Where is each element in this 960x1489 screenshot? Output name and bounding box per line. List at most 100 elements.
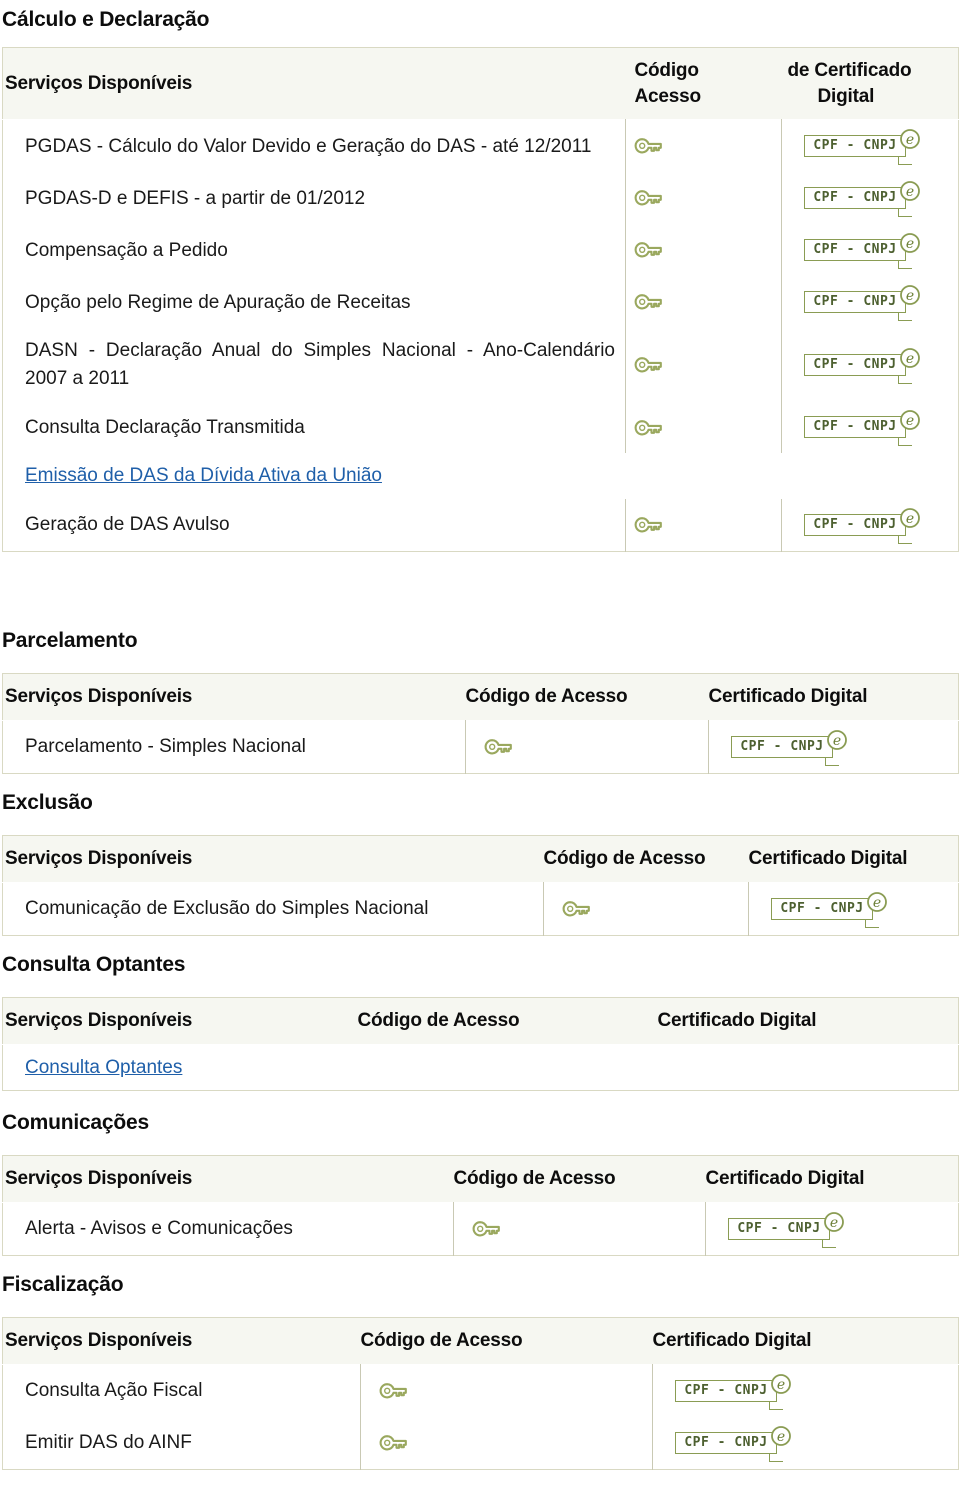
cpf-cnpj-certificate-icon[interactable]: CPF - CNPJ e xyxy=(728,1211,848,1248)
table-exclusao: Serviços Disponíveis Código de Acesso Ce… xyxy=(2,835,959,936)
cpf-cnpj-certificate-icon[interactable]: CPF - CNPJ e xyxy=(804,347,924,384)
table-row: Alerta - Avisos e Comunicações CPF - CNPJ… xyxy=(3,1202,959,1256)
certificate-label: CPF - CNPJ xyxy=(813,294,897,310)
certificate-tail xyxy=(898,534,912,544)
table-body: Comunicação de Exclusão do Simples Nacio… xyxy=(3,882,959,936)
cpf-cnpj-certificate-icon[interactable]: CPF - CNPJ e xyxy=(731,729,851,766)
key-icon[interactable] xyxy=(634,355,664,375)
e-circle-icon: e xyxy=(826,729,848,751)
key-icon[interactable] xyxy=(634,292,664,312)
service-link[interactable]: Consulta Optantes xyxy=(25,1057,182,1078)
col-header-servicos-label: Serviços Disponíveis xyxy=(5,72,193,94)
col-header-codigo-line1: Código xyxy=(634,60,699,81)
certificate-tail xyxy=(898,312,912,322)
cpf-cnpj-certificate-icon[interactable]: CPF - CNPJ e xyxy=(804,128,924,166)
col-header-codigo-acesso: Código Acesso xyxy=(625,47,782,120)
svg-text:e: e xyxy=(830,1215,838,1231)
key-icon[interactable] xyxy=(634,515,664,535)
codigo-acesso-cell xyxy=(625,498,782,552)
certificate-tail xyxy=(825,756,839,766)
cpf-cnpj-certificate-icon[interactable]: CPF - CNPJ e xyxy=(771,891,891,928)
table-parcelamento: Serviços Disponíveis Código de Acesso Ce… xyxy=(2,673,959,774)
col-header-certificado-digital: Certificado Digital xyxy=(652,1317,959,1365)
certificate-label: CPF - CNPJ xyxy=(813,356,897,372)
service-name-cell: Consulta Ação Fiscal xyxy=(3,1364,361,1417)
certificado-digital-cell: CPF - CNPJ e xyxy=(652,1416,959,1470)
codigo-acesso-cell xyxy=(625,276,782,329)
e-circle-icon: e xyxy=(770,1425,792,1447)
service-name-label: Alerta - Avisos e Comunicações xyxy=(25,1217,293,1239)
table-consulta-optantes: Serviços Disponíveis Código de Acesso Ce… xyxy=(2,997,959,1092)
table-body: Consulta Optantes xyxy=(3,1044,959,1091)
codigo-acesso-cell xyxy=(360,1416,653,1470)
svg-text:e: e xyxy=(906,288,914,304)
key-icon[interactable] xyxy=(562,899,592,919)
table-fiscalizacao: Serviços Disponíveis Código de Acesso Ce… xyxy=(2,1317,959,1470)
cpf-cnpj-certificate-icon[interactable]: CPF - CNPJ e xyxy=(804,508,924,544)
certificado-digital-cell: CPF - CNPJ e xyxy=(781,172,959,225)
col-header-servicos: Serviços Disponíveis xyxy=(2,47,626,120)
service-name-cell: DASN - Declaração Anual do Simples Nacio… xyxy=(3,328,626,401)
service-name-cell: Emitir DAS do AINF xyxy=(3,1417,361,1470)
service-name-label: DASN - Declaração Anual do Simples Nacio… xyxy=(25,340,615,389)
cpf-cnpj-certificate-icon[interactable]: CPF - CNPJ e xyxy=(804,233,924,270)
certificate-label: CPF - CNPJ xyxy=(813,419,897,435)
col-header-certificado-digital: Certificado Digital xyxy=(748,835,959,883)
key-icon[interactable] xyxy=(379,1433,409,1453)
cpf-cnpj-certificate-icon[interactable]: CPF - CNPJ e xyxy=(804,410,924,447)
codigo-acesso-cell xyxy=(453,1202,706,1256)
table-comunicacoes: Serviços Disponíveis Código de Acesso Ce… xyxy=(2,1155,959,1256)
key-icon[interactable] xyxy=(634,240,664,260)
key-icon[interactable] xyxy=(634,418,664,438)
certificate-label: CPF - CNPJ xyxy=(813,138,897,154)
section-title-calculo: Cálculo e Declaração xyxy=(2,8,210,31)
svg-text:e: e xyxy=(906,511,914,527)
col-header-servicos: Serviços Disponíveis xyxy=(2,997,358,1045)
section-title-comunicacoes: Comunicações xyxy=(2,1111,149,1134)
cpf-cnpj-certificate-icon[interactable]: CPF - CNPJ e xyxy=(675,1373,795,1410)
table-calculo-e-declaracao: Serviços Disponíveis Código Acesso de Ce… xyxy=(2,47,959,552)
key-icon[interactable] xyxy=(472,1219,502,1239)
certificado-digital-cell: CPF - CNPJ e xyxy=(781,119,959,173)
service-link[interactable]: Emissão de DAS da Dívida Ativa da União xyxy=(25,465,382,486)
service-name-cell: PGDAS - Cálculo do Valor Devido e Geraçã… xyxy=(3,120,626,173)
table-row: PGDAS - Cálculo do Valor Devido e Geraçã… xyxy=(3,119,959,173)
table-row: Emissão de DAS da Dívida Ativa da União xyxy=(3,453,959,499)
service-name-label: Consulta Declaração Transmitida xyxy=(25,416,305,438)
cpf-cnpj-certificate-icon[interactable]: CPF - CNPJ e xyxy=(675,1425,795,1462)
e-circle-icon: e xyxy=(899,347,921,369)
certificate-tail xyxy=(822,1238,836,1248)
col-header-codigo-line2: Acesso xyxy=(634,85,702,107)
table-row: Compensação a Pedido CPF - CNPJ e xyxy=(3,224,959,277)
col-header-cert-line2: Digital xyxy=(817,85,875,107)
certificate-label: CPF - CNPJ xyxy=(737,1220,821,1236)
key-icon[interactable] xyxy=(634,136,664,156)
certificado-digital-cell: CPF - CNPJ e xyxy=(708,720,959,774)
certificate-label: CPF - CNPJ xyxy=(780,900,864,916)
section-title-parcelamento: Parcelamento xyxy=(2,629,138,652)
certificado-digital-cell: CPF - CNPJ e xyxy=(781,328,959,402)
col-header-certificado-digital: Certificado Digital xyxy=(708,673,959,721)
certificate-label: CPF - CNPJ xyxy=(740,738,824,754)
cpf-cnpj-certificate-icon[interactable]: CPF - CNPJ e xyxy=(804,181,924,218)
svg-text:e: e xyxy=(906,132,914,148)
certificate-label: CPF - CNPJ xyxy=(813,242,897,258)
cpf-cnpj-certificate-icon[interactable]: CPF - CNPJ e xyxy=(804,285,924,322)
service-name-cell: Opção pelo Regime de Apuração de Receita… xyxy=(3,276,626,328)
e-circle-icon: e xyxy=(899,128,921,150)
col-header-servicos: Serviços Disponíveis xyxy=(2,673,466,721)
service-name-label: Geração de DAS Avulso xyxy=(25,514,230,536)
certificate-tail xyxy=(898,156,912,166)
svg-text:e: e xyxy=(873,895,881,911)
certificado-digital-cell xyxy=(782,453,959,499)
table-row: DASN - Declaração Anual do Simples Nacio… xyxy=(3,328,959,402)
key-icon[interactable] xyxy=(634,188,664,208)
certificado-digital-cell xyxy=(658,1044,959,1091)
col-header-certificado-digital: Certificado Digital xyxy=(705,1155,959,1203)
col-header-codigo-acesso: Código de Acesso xyxy=(357,997,658,1045)
table-row: Consulta Declaração Transmitida CPF - CNP… xyxy=(3,401,959,454)
service-name-cell: PGDAS-D e DEFIS - a partir de 01/2012 xyxy=(3,172,626,224)
key-icon[interactable] xyxy=(379,1381,409,1401)
key-icon[interactable] xyxy=(484,737,514,757)
col-header-certificado-digital: de Certificado Digital xyxy=(781,47,959,120)
